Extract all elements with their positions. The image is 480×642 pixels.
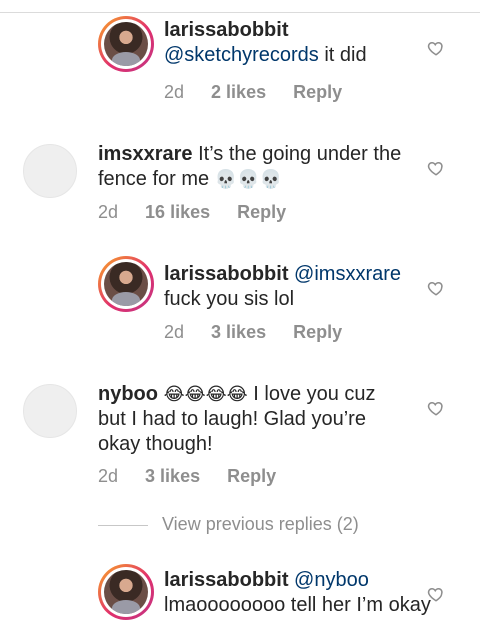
- heart-outline-icon[interactable]: [427, 159, 445, 177]
- comment-meta: 2d 3 likes Reply: [164, 322, 364, 343]
- comment-username[interactable]: nyboo: [98, 383, 158, 405]
- comment-mention[interactable]: @imsxxrare: [294, 263, 401, 285]
- reply-button[interactable]: Reply: [293, 322, 342, 343]
- comment-text: lmaoooooooo tell her I’m okay: [164, 594, 431, 616]
- view-previous-label: View previous replies (2): [162, 514, 359, 534]
- comment-age: 2d: [164, 322, 185, 342]
- comment-text: fuck you sis lol: [164, 288, 295, 310]
- comment-age: 2d: [164, 82, 185, 102]
- comment-likes[interactable]: 2 likes: [211, 82, 266, 103]
- avatar[interactable]: [23, 384, 77, 438]
- view-previous-replies-button[interactable]: View previous replies (2): [98, 514, 359, 535]
- comment-username[interactable]: larissabobbit: [164, 263, 288, 285]
- comment-likes[interactable]: 3 likes: [145, 466, 200, 487]
- reply-button[interactable]: Reply: [227, 466, 276, 487]
- avatar[interactable]: [23, 144, 77, 198]
- comment-mention[interactable]: @nyboo: [294, 569, 369, 591]
- comment-meta: 2d 2 likes Reply: [164, 82, 364, 103]
- heart-outline-icon[interactable]: [427, 279, 445, 297]
- comment-text: it did: [318, 44, 367, 66]
- comment-age: 2d: [98, 466, 119, 486]
- comment-mention[interactable]: @sketchyrecords: [164, 44, 319, 66]
- reply-button[interactable]: Reply: [293, 82, 342, 103]
- comment-username[interactable]: imsxxrare: [98, 143, 193, 165]
- comment-likes[interactable]: 16 likes: [145, 202, 210, 223]
- comment-likes[interactable]: 3 likes: [211, 322, 266, 343]
- comment-meta: 2d 3 likes Reply: [98, 466, 298, 487]
- comment-username[interactable]: larissabobbit: [164, 19, 288, 41]
- heart-outline-icon[interactable]: [427, 39, 445, 57]
- comment-emoji: 😂😂😂😂: [163, 384, 248, 405]
- avatar[interactable]: [98, 564, 154, 620]
- comment-meta: 2d 16 likes Reply: [98, 202, 308, 223]
- top-divider: [0, 0, 480, 13]
- reply-button[interactable]: Reply: [237, 202, 286, 223]
- comment-username[interactable]: larissabobbit: [164, 569, 288, 591]
- avatar[interactable]: [98, 16, 154, 72]
- comment-emoji: 💀💀💀: [214, 169, 282, 190]
- heart-outline-icon[interactable]: [427, 585, 445, 603]
- divider-line: [98, 524, 148, 526]
- heart-outline-icon[interactable]: [427, 399, 445, 417]
- comment-age: 2d: [98, 202, 119, 222]
- avatar[interactable]: [98, 256, 154, 312]
